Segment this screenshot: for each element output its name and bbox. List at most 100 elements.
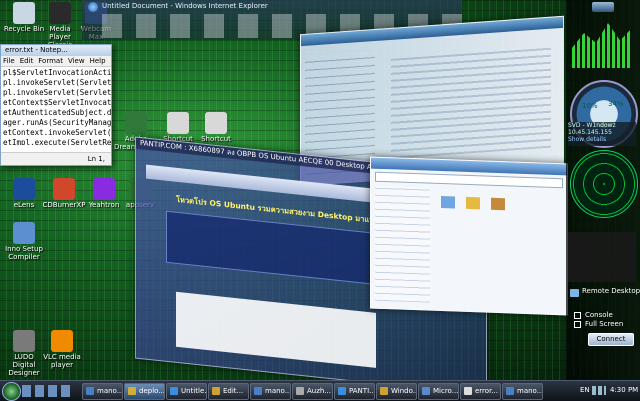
notepad-menubar: File Edit Format View Help — [1, 56, 111, 67]
notepad-menu-help[interactable]: Help — [90, 57, 106, 65]
gadget-label-2: 10.45.145.155 — [568, 129, 612, 136]
foreground-explorer-window[interactable] — [370, 156, 568, 316]
app-icon — [13, 222, 35, 244]
taskbar-button[interactable]: Auzh... — [292, 383, 333, 400]
folder-icon-3[interactable] — [491, 197, 505, 211]
taskbar-button-label: Auzh... — [307, 387, 332, 395]
notepad-window[interactable]: error.txt - Notep... File Edit Format View H… — [0, 44, 112, 166]
gadget-label-3[interactable]: Show details — [568, 136, 636, 143]
app-icon — [49, 2, 71, 24]
remote-desktop-options: Console Full Screen — [574, 311, 634, 329]
notepad-line: etContext.invokeServlet(Wel — [3, 128, 111, 137]
notepad-line: etImpl.execute(ServletReque — [3, 138, 111, 145]
taskbar-button[interactable]: mano... — [502, 383, 543, 400]
taskbar-app-icon — [254, 387, 262, 395]
folder-icon-1[interactable] — [441, 196, 455, 209]
notepad-menu-view[interactable]: View — [68, 57, 85, 65]
ram-percent: 34% — [608, 100, 624, 108]
taskbar-button-label: Micro... — [433, 387, 459, 395]
language-indicator[interactable]: EN — [580, 386, 590, 394]
taskbar-button-label: PANTI... — [349, 387, 375, 395]
notepad-titlebar[interactable]: error.txt - Notep... — [1, 45, 111, 56]
notepad-menu-format[interactable]: Format — [38, 57, 63, 65]
ie-icon — [88, 2, 98, 12]
notepad-line: pl.invokeServlet(ServletStub — [3, 88, 111, 97]
desktop-icon[interactable]: CDBurnerXP — [42, 178, 86, 209]
taskbar-button[interactable]: mano... — [250, 383, 291, 400]
checkbox[interactable] — [574, 311, 581, 319]
taskbar-button[interactable]: deplo... — [124, 383, 165, 400]
taskbar: mano... deplo... Untitle... Edit... mano... A… — [0, 380, 640, 401]
notepad-menu-file[interactable]: File — [3, 57, 15, 65]
taskbar-button[interactable]: Edit... — [208, 383, 249, 400]
taskbar-button[interactable]: PANTI... — [334, 383, 375, 400]
taskbar-button-label: error... — [475, 387, 498, 395]
notepad-statusbar: Ln 1, — [1, 152, 111, 165]
desktop-icon-label: LUDO Digital Designer — [8, 353, 40, 377]
notepad-line: pl.invokeServlet(ServletStub — [3, 78, 111, 87]
desktop-icon-label: eLens — [13, 201, 35, 209]
network-gadget: SVD - W1ndowz 10.45.145.155 Show details — [568, 122, 636, 146]
taskbar-button[interactable]: Windo... — [376, 383, 417, 400]
folder-icon-2[interactable] — [466, 196, 480, 210]
remote-desktop-title: Remote Desktop — [582, 287, 640, 295]
radar-gadget — [570, 150, 638, 218]
taskbar-button-label: deplo... — [139, 387, 165, 395]
sidebar-dark-panel — [568, 232, 636, 282]
notepad-line: ager.runAs(SecurityManager — [3, 118, 111, 127]
remote-desktop-icon — [570, 289, 579, 297]
taskbar-button-label: mano... — [517, 387, 543, 395]
connect-button[interactable]: Connect — [588, 333, 634, 346]
taskbar-app-icon — [506, 387, 514, 395]
background-explorer-list — [391, 47, 551, 159]
explorer-nav-pane — [375, 185, 430, 303]
sidebar-header-icon — [592, 2, 614, 12]
desktop-icon-label: Inno Setup Compiler — [5, 245, 43, 261]
taskbar-button[interactable]: Untitle... — [166, 383, 207, 400]
app-icon — [93, 178, 115, 200]
taskbar-button-label: Untitle... — [181, 387, 207, 395]
desktop-icon[interactable]: Inno Setup Compiler — [2, 222, 46, 261]
taskbar-button[interactable]: error... — [460, 383, 501, 400]
cpu-percent: 10% — [582, 102, 598, 110]
remote-desktop-option[interactable]: Full Screen — [574, 320, 634, 329]
taskbar-button-label: mano... — [97, 387, 123, 395]
option-label: Full Screen — [585, 320, 624, 328]
notepad-menu-edit[interactable]: Edit — [20, 57, 34, 65]
forum-content-white — [176, 291, 376, 368]
app-icon — [167, 112, 189, 134]
desktop-icon-label: Yeahtron — [88, 201, 120, 209]
app-icon — [13, 2, 35, 24]
taskbar-app-icon — [380, 387, 388, 395]
tray-icons — [592, 386, 606, 395]
taskbar-app-icon — [464, 387, 472, 395]
notepad-line: pl$ServletInvocationAction.r — [3, 68, 111, 77]
gadget-label-1: SVD - W1ndowz — [568, 122, 616, 129]
ie-window-title[interactable]: Untitled Document - Windows Internet Exp… — [102, 2, 268, 10]
notepad-line: etContext$ServletInvocation — [3, 98, 111, 107]
checkbox[interactable] — [574, 320, 581, 328]
app-icon — [13, 330, 35, 352]
taskbar-button-label: Edit... — [223, 387, 244, 395]
taskbar-app-icon — [128, 387, 136, 395]
desktop-icon-label: VLC media player — [43, 353, 81, 369]
taskbar-app-icon — [86, 387, 94, 395]
app-icon — [51, 330, 73, 352]
notepad-text-area[interactable]: pl$ServletInvocationAction.rpl.invokeSer… — [1, 67, 111, 145]
taskbar-button[interactable]: Micro... — [418, 383, 459, 400]
remote-desktop-option[interactable]: Console — [574, 311, 634, 320]
taskbar-app-icon — [170, 387, 178, 395]
notepad-line: etAuthenticatedSubject.doAs(Authentic — [3, 108, 111, 117]
start-button[interactable] — [2, 382, 21, 401]
clock[interactable]: 4:30 PM — [610, 386, 638, 394]
desktop-icon[interactable]: VLC media player — [40, 330, 84, 369]
app-icon — [53, 178, 75, 200]
taskbar-button-label: Windo... — [391, 387, 417, 395]
desktop: Recycle BinMedia Player ClassicWebcam Ma… — [0, 0, 640, 380]
taskbar-app-icon — [212, 387, 220, 395]
app-icon — [205, 112, 227, 134]
taskbar-button[interactable]: mano... — [82, 383, 123, 400]
desktop-icon[interactable]: eLens — [2, 178, 46, 209]
desktop-icon[interactable]: Shortcut — [194, 112, 238, 143]
taskbar-app-icon — [338, 387, 346, 395]
